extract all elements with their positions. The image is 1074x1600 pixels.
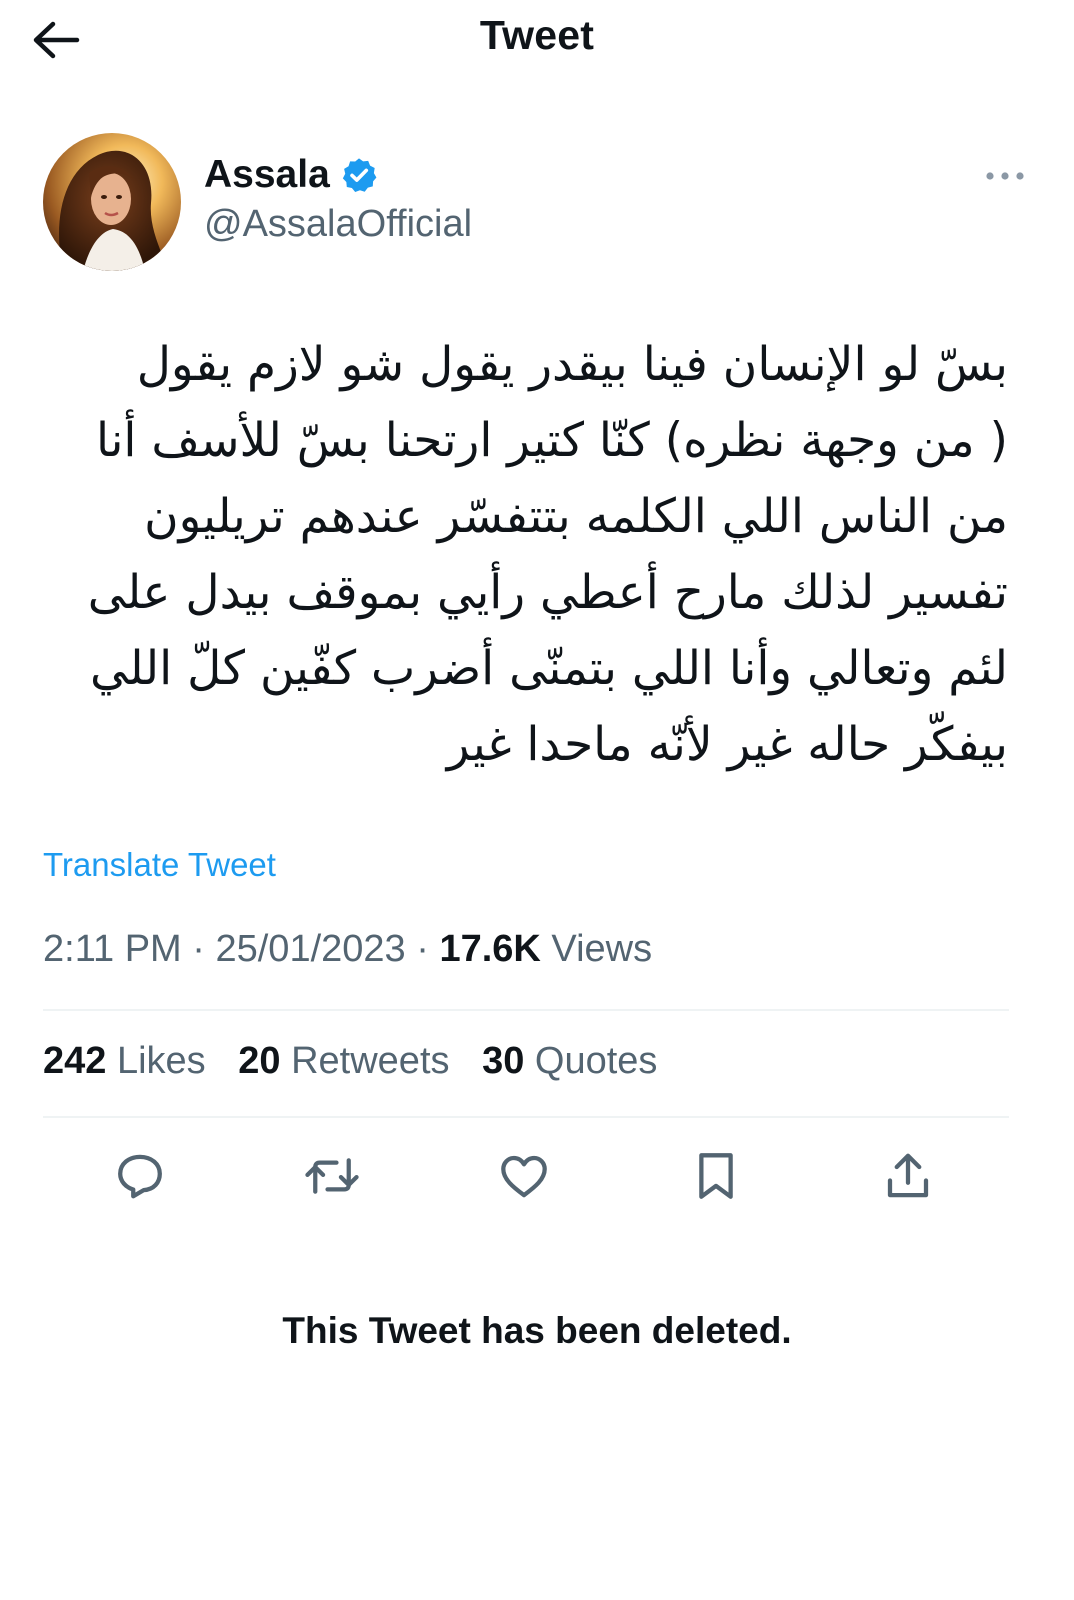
- likes-count: 242: [43, 1040, 107, 1082]
- author-name-row: Assala: [204, 153, 378, 197]
- tweet-line: بسّ لو الإنسان فينا بيقدر يقول شو لازم ي…: [136, 337, 1008, 392]
- retweet-button[interactable]: [301, 1145, 363, 1207]
- divider: [43, 1116, 1009, 1118]
- like-button[interactable]: [493, 1145, 555, 1207]
- bookmark-icon: [699, 1153, 733, 1199]
- reply-button[interactable]: [109, 1145, 171, 1207]
- meta-separator: ·: [192, 928, 205, 970]
- tweet-line: من الناس اللي الكلمه بتتفسّر عندهم تريلي…: [144, 489, 1008, 544]
- meta-separator: ·: [416, 928, 429, 970]
- views-count: 17.6K: [439, 928, 541, 970]
- quotes-count: 30: [482, 1040, 525, 1082]
- tweet-line: لئم وتعالي وأنا اللي بتمنّى أضرب كفّين ك…: [90, 641, 1008, 696]
- share-button[interactable]: [877, 1145, 939, 1207]
- more-options-button[interactable]: [977, 161, 1033, 191]
- top-bar: Tweet: [0, 0, 1074, 84]
- tweet-meta: 2:11 PM · 25/01/2023 · 17.6K Views: [43, 928, 652, 971]
- views-label: Views: [551, 928, 653, 970]
- quotes-stat[interactable]: 30 Quotes: [482, 1040, 657, 1082]
- deleted-tweet-notice: This Tweet has been deleted.: [282, 1310, 792, 1351]
- likes-label: Likes: [116, 1040, 206, 1082]
- author-handle[interactable]: @AssalaOfficial: [204, 203, 472, 246]
- bookmark-button[interactable]: [685, 1145, 747, 1207]
- retweets-label: Retweets: [291, 1040, 450, 1082]
- share-icon: [887, 1153, 929, 1198]
- engagement-stats: 242 Likes 20 Retweets 30 Quotes: [43, 1040, 679, 1083]
- tweet-line: بيفكّر حاله غير لأنّه ماحدا غير: [446, 717, 1008, 772]
- more-horizontal-icon: [986, 172, 1024, 180]
- avatar-image: [43, 133, 181, 271]
- quotes-label: Quotes: [534, 1040, 658, 1082]
- tweet-date: 25/01/2023: [215, 928, 406, 970]
- like-icon: [501, 1155, 547, 1198]
- avatar[interactable]: [43, 133, 181, 271]
- divider: [43, 1009, 1009, 1011]
- page-title: Tweet: [479, 12, 595, 58]
- tweet-line: تفسير لذلك مارح أعطي رأيي بموقف بيدل على: [87, 565, 1008, 620]
- retweet-icon: [305, 1158, 359, 1194]
- author-name[interactable]: Assala: [204, 153, 330, 197]
- action-bar: [43, 1145, 1009, 1207]
- reply-icon: [118, 1154, 162, 1199]
- tweet-line: ( من وجهة نظره) كنّا كتير ارتحنا بسّ للأ…: [96, 413, 1008, 468]
- likes-stat[interactable]: 242 Likes: [43, 1040, 206, 1082]
- retweets-stat[interactable]: 20 Retweets: [238, 1040, 449, 1082]
- author-row: Assala @AssalaOfficial: [43, 133, 1033, 273]
- tweet-text: بسّ لو الإنسان فينا بيقدر يقول شو لازم ي…: [43, 327, 1008, 783]
- retweets-count: 20: [238, 1040, 281, 1082]
- tweet-time: 2:11 PM: [43, 928, 182, 970]
- verified-badge-icon: [342, 158, 377, 192]
- translate-tweet-link[interactable]: Translate Tweet: [43, 846, 276, 884]
